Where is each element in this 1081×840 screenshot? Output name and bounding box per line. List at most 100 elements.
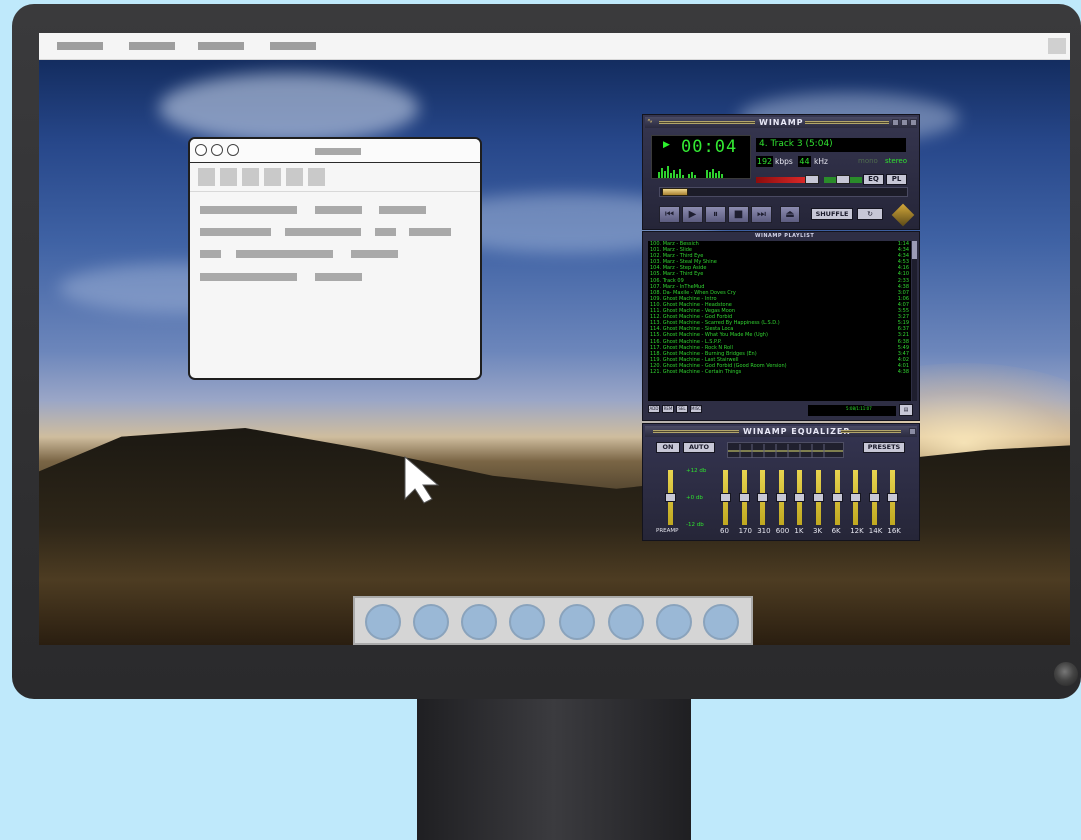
playlist-misc-button[interactable]: MISC [690,405,702,413]
preamp-slider-knob[interactable] [665,493,676,502]
winamp-titlebar[interactable]: ∿ WINAMP [645,117,917,128]
seek-knob[interactable] [662,188,688,196]
eq-band-knob[interactable] [794,493,806,502]
play-indicator-icon: ▶ [663,140,670,150]
playlist-track-list[interactable]: 100. Marz - Bessich 1:14 101. Marz - Slide… [648,241,911,401]
eq-band-knob[interactable] [868,493,880,502]
menu-item-placeholder[interactable] [57,42,103,50]
mono-indicator: mono [858,157,878,165]
eq-band-knob[interactable] [831,493,843,502]
playlist-row[interactable]: 121. Ghost Machine - Certain Things 4:38 [648,369,911,375]
winamp-title: WINAMP [759,118,804,127]
next-button[interactable]: ⏭ [751,206,772,223]
playlist-add-button[interactable]: ADD [648,405,660,413]
toolbar-button[interactable] [264,168,281,186]
dock-app-icon[interactable] [413,604,449,640]
eq-band-knob[interactable] [757,493,769,502]
dock-app-icon[interactable] [461,604,497,640]
pause-button[interactable]: ⏸ [705,206,726,223]
playlist-toggle-button[interactable]: PL [886,174,907,185]
menubar-status-icon[interactable] [1048,38,1066,54]
eq-auto-button[interactable]: AUTO [683,442,715,453]
dock-app-icon[interactable] [656,604,692,640]
playlist-time-readout: 5:08/1:11:07 [846,406,896,416]
mouse-pointer-icon [404,455,440,504]
close-icon[interactable] [910,119,917,126]
repeat-button[interactable]: ↻ [857,208,883,220]
power-button[interactable] [1054,662,1078,686]
eq-response-graph [727,442,844,458]
playlist-track-duration: 4:38 [897,368,909,375]
playlist-remove-button[interactable]: REM [662,405,674,413]
current-track-title: 4. Track 3 (5:04) [759,139,833,149]
close-window-button[interactable] [195,144,207,156]
winamp-menu-icon[interactable]: ∿ [647,117,653,125]
volume-knob[interactable] [805,175,819,184]
menu-item-placeholder[interactable] [270,42,316,50]
winamp-logo-icon[interactable] [891,203,915,227]
eq-band-knob[interactable] [850,493,862,502]
balance-knob[interactable] [836,175,850,184]
shuffle-button[interactable]: SHUFFLE [811,208,853,220]
dock-app-icon[interactable] [703,604,739,640]
elapsed-time[interactable]: 00:04 [681,137,737,157]
stop-button[interactable]: ■ [728,206,749,223]
eq-band-knob[interactable] [887,493,899,502]
eq-band-knob[interactable] [813,493,824,502]
eq-band-knob[interactable] [720,493,731,502]
window-title-placeholder [315,148,361,155]
close-icon[interactable] [909,428,916,435]
winamp-equalizer-window[interactable]: WINAMP EQUALIZER ON AUTO PRESETS +12 db … [642,423,920,541]
dock-app-icon[interactable] [509,604,545,640]
track-marquee[interactable]: 4. Track 3 (5:04) [756,138,906,152]
toolbar-button[interactable] [308,168,325,186]
text-line-placeholder [200,228,271,236]
equalizer-titlebar[interactable]: WINAMP EQUALIZER [645,426,917,437]
eq-band-knob[interactable] [738,493,750,502]
toolbar-button[interactable] [198,168,215,186]
toolbar-button[interactable] [220,168,237,186]
samplerate-unit: kHz [814,157,828,166]
titlebar-grip [841,430,901,433]
toolbar-button[interactable] [286,168,303,186]
winamp-playlist-window[interactable]: WINAMP PLAYLIST 100. Marz - Bessich 1:14 1… [642,231,920,421]
previous-button[interactable]: ⏮ [659,206,680,223]
next-icon: ⏭ [757,209,766,220]
list-options-icon: ▤ [903,407,909,413]
shade-icon[interactable] [901,119,908,126]
dock-app-icon[interactable] [365,604,401,640]
text-line-placeholder [200,273,297,281]
spectrum-visualizer[interactable] [657,162,737,178]
eject-button[interactable]: ⏏ [780,206,800,223]
playlist-scrollbar[interactable] [912,241,917,401]
seek-bar[interactable] [659,187,908,197]
text-line-placeholder [315,273,362,281]
playlist-scroll-thumb[interactable] [912,241,917,259]
dock-app-icon[interactable] [559,604,595,640]
eq-band-knob[interactable] [775,493,787,502]
text-line-placeholder [409,228,451,236]
text-line-placeholder [379,206,426,214]
titlebar-grip [805,121,889,124]
playlist-list-button[interactable]: ▤ [899,404,913,416]
maximize-window-button[interactable] [227,144,239,156]
time-display[interactable]: ▶ 00:04 [651,135,751,179]
text-line-placeholder [200,250,221,258]
menu-item-placeholder[interactable] [198,42,244,50]
menu-item-placeholder[interactable] [129,42,175,50]
eq-presets-button[interactable]: PRESETS [863,442,905,453]
toolbar-button[interactable] [242,168,259,186]
placeholder-window[interactable] [188,137,482,380]
eq-toggle-button[interactable]: EQ [863,174,884,185]
minimize-window-button[interactable] [211,144,223,156]
winamp-main-window[interactable]: ∿ WINAMP ▶ 00:04 4. Track 3 (5:04) 192 k… [642,114,920,230]
dock-app-icon[interactable] [608,604,644,640]
eq-on-button[interactable]: ON [656,442,680,453]
winamp-player[interactable]: ∿ WINAMP ▶ 00:04 4. Track 3 (5:04) 192 k… [642,114,920,541]
minimize-icon[interactable] [892,119,899,126]
play-button[interactable]: ▶ [682,206,703,223]
stop-icon: ■ [733,209,744,220]
eq-band-label: 60 [720,527,729,535]
window-titlebar[interactable] [190,139,480,163]
playlist-select-button[interactable]: SEL [676,405,688,413]
